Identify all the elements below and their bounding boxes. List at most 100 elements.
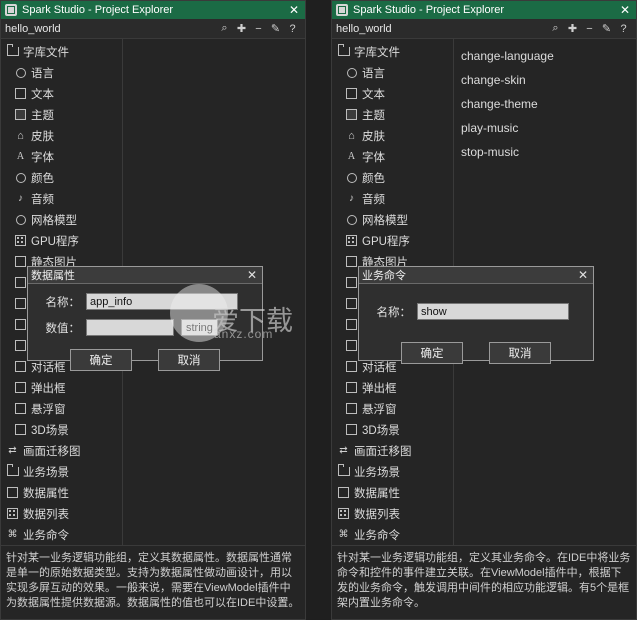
text-icon [344, 87, 359, 101]
tree-item[interactable]: ⌘ 业务命令 [1, 524, 122, 545]
tree-item[interactable]: ⇄ 画面迁移图 [1, 440, 122, 461]
gpu-icon [344, 234, 359, 248]
tree-item[interactable]: 字库文件 [332, 41, 453, 62]
add-icon[interactable]: ✚ [564, 22, 581, 35]
gpu-icon [13, 234, 28, 248]
tree-item-label: 业务场景 [23, 466, 69, 479]
cancel-button[interactable]: 取消 [158, 349, 220, 371]
tree-item[interactable]: GPU程序 [332, 230, 453, 251]
close-icon[interactable]: ✕ [618, 3, 632, 17]
tree-item[interactable]: 3D场景 [1, 419, 122, 440]
tree-item[interactable]: 业务场景 [1, 461, 122, 482]
tree-item-label: 颜色 [31, 172, 54, 185]
name-input[interactable]: app_info [86, 293, 238, 310]
remove-icon[interactable]: − [581, 23, 598, 35]
tree-item[interactable]: 文本 [1, 83, 122, 104]
close-icon[interactable]: ✕ [287, 3, 301, 17]
tree-item[interactable]: ⌂ 皮肤 [332, 125, 453, 146]
tree-item[interactable]: ⇄ 画面迁移图 [332, 440, 453, 461]
content-list-item[interactable]: change-language [454, 44, 636, 68]
tree-item-label: 主题 [362, 109, 385, 122]
tree-item[interactable]: 数据列表 [332, 503, 453, 524]
name-input[interactable]: show [417, 303, 569, 320]
window-title: Spark Studio - Project Explorer [353, 4, 505, 16]
tree-item[interactable]: 语言 [1, 62, 122, 83]
tree-item[interactable]: 网格模型 [1, 209, 122, 230]
tree-item[interactable]: ♪ 音频 [332, 188, 453, 209]
tree-item[interactable]: 悬浮窗 [1, 398, 122, 419]
tree-item[interactable]: 弹出框 [1, 377, 122, 398]
edit-icon[interactable]: ✎ [267, 22, 284, 35]
tree-item[interactable]: 弹出框 [332, 377, 453, 398]
right-footer-text: 针对某一业务逻辑功能组，定义其业务命令。在IDE中将业务命令和控件的事件建立关联… [337, 552, 631, 609]
tree-item[interactable]: 数据属性 [1, 482, 122, 503]
ok-button[interactable]: 确定 [401, 342, 463, 364]
theme-icon [344, 108, 359, 122]
tree-item[interactable]: 主题 [1, 104, 122, 125]
tree-item[interactable]: 颜色 [1, 167, 122, 188]
topwin-icon [344, 402, 359, 416]
tree-item-label: 语言 [362, 67, 385, 80]
tree-item[interactable]: 主题 [332, 104, 453, 125]
tree-item[interactable]: A 字体 [1, 146, 122, 167]
folder-icon [336, 44, 351, 59]
window-icon [13, 339, 28, 353]
scene3d-icon [344, 423, 359, 437]
tree-item[interactable]: ♪ 音频 [1, 188, 122, 209]
tree-item[interactable]: 颜色 [332, 167, 453, 188]
content-list-item[interactable]: play-music [454, 116, 636, 140]
dialog-close-icon[interactable]: ✕ [576, 268, 590, 282]
tree-item[interactable]: 数据列表 [1, 503, 122, 524]
tree-item[interactable]: GPU程序 [1, 230, 122, 251]
popup-icon [13, 381, 28, 395]
tree-item-label: 3D场景 [31, 424, 69, 437]
left-footer: 针对某一业务逻辑功能组，定义其数据属性。数据属性通常是单一的原始数据类型。支持为… [1, 545, 305, 619]
dialog-title: 业务命令 [362, 270, 406, 282]
folder-icon [5, 44, 20, 59]
tree-item-label: 字体 [31, 151, 54, 164]
tree-item[interactable]: 网格模型 [332, 209, 453, 230]
tree-item[interactable]: ⌘ 业务命令 [332, 524, 453, 545]
cancel-button[interactable]: 取消 [489, 342, 551, 364]
help-icon[interactable]: ? [615, 23, 632, 35]
image-icon [13, 276, 28, 290]
tree-item-label: 数据属性 [23, 487, 69, 500]
content-list-item[interactable]: stop-music [454, 140, 636, 164]
dialog-close-icon[interactable]: ✕ [245, 268, 259, 282]
tree-item-label: 文本 [31, 88, 54, 101]
tree-item[interactable]: ⌂ 皮肤 [1, 125, 122, 146]
dialog-title: 数据属性 [31, 270, 75, 282]
datalist-icon [5, 507, 20, 521]
tree-item[interactable]: 悬浮窗 [332, 398, 453, 419]
remove-icon[interactable]: − [250, 23, 267, 35]
left-window: Spark Studio - Project Explorer ✕ hello_… [0, 0, 306, 620]
folder-icon [336, 464, 351, 479]
tree-item[interactable]: A 字体 [332, 146, 453, 167]
business-command-dialog: 业务命令 ✕ 名称： show 确定 取消 [358, 266, 594, 364]
tree-item[interactable]: 字库文件 [1, 41, 122, 62]
search-icon[interactable]: ⌕ [547, 22, 564, 35]
tree-item[interactable]: 数据属性 [332, 482, 453, 503]
help-icon[interactable]: ? [284, 23, 301, 35]
value-input[interactable] [86, 319, 174, 336]
content-list-item[interactable]: change-theme [454, 92, 636, 116]
name-label: 名称： [45, 296, 81, 309]
dialog-icon [344, 360, 359, 374]
tree-item[interactable]: 语言 [332, 62, 453, 83]
tree-item-label: 文本 [362, 88, 385, 101]
ok-button[interactable]: 确定 [70, 349, 132, 371]
edit-icon[interactable]: ✎ [598, 22, 615, 35]
tree-item[interactable]: 3D场景 [332, 419, 453, 440]
name-row: 名称： show [359, 303, 593, 320]
tree-item[interactable]: 文本 [332, 83, 453, 104]
scene-icon [13, 318, 28, 332]
type-select[interactable]: string [181, 319, 218, 336]
tree-item-label: 字库文件 [23, 46, 69, 59]
tree-item-label: 画面迁移图 [354, 445, 412, 458]
tree-item[interactable]: 业务场景 [332, 461, 453, 482]
add-icon[interactable]: ✚ [233, 22, 250, 35]
command-icon: ⌘ [7, 529, 18, 540]
skin-icon: ⌂ [348, 129, 355, 142]
content-list-item[interactable]: change-skin [454, 68, 636, 92]
search-icon[interactable]: ⌕ [216, 22, 233, 35]
